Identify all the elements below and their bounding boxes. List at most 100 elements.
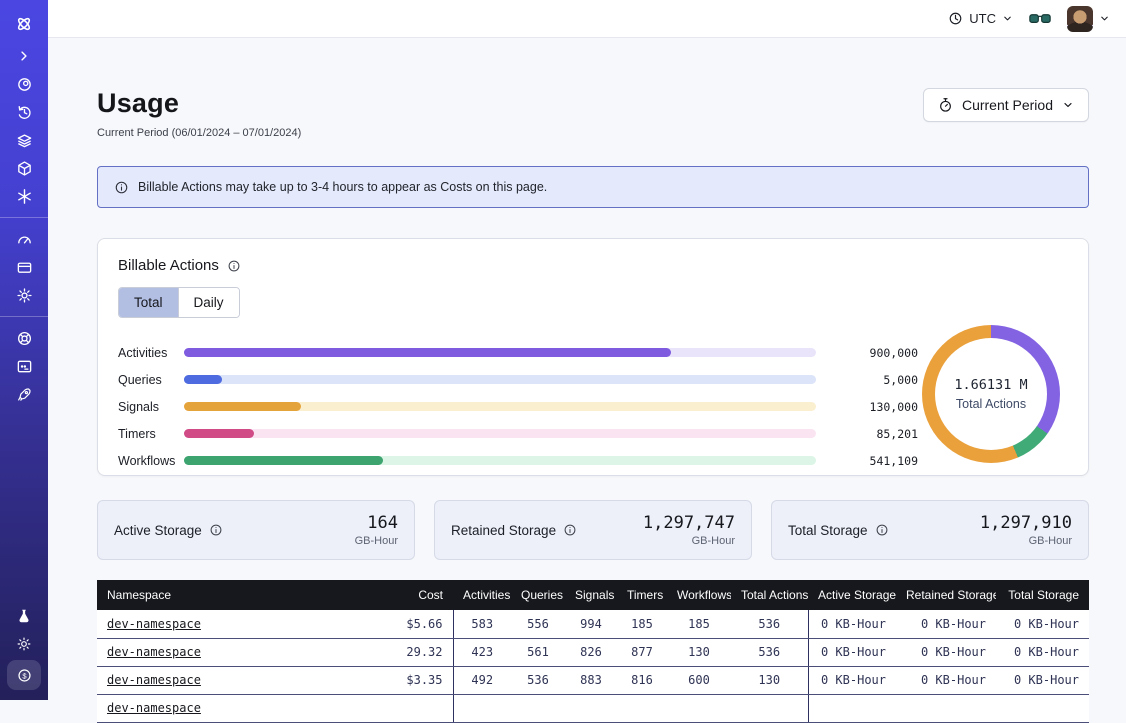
bar-value: 5,000 — [828, 373, 918, 387]
column-header-timers: Timers — [617, 580, 667, 610]
cell-total_storage: 0 KB-Hour — [996, 610, 1089, 638]
expand-chevron-icon[interactable] — [7, 42, 41, 70]
cell-total_storage — [996, 694, 1089, 722]
top-bar: UTC — [48, 0, 1126, 38]
cell-signals: 826 — [565, 638, 617, 666]
namespaces-icon[interactable] — [7, 70, 41, 98]
cell-total_actions: 536 — [731, 638, 808, 666]
cell-active_storage: 0 KB-Hour — [808, 666, 896, 694]
column-header-cost: Cost — [337, 580, 453, 610]
getting-started-rocket-icon[interactable] — [7, 380, 41, 408]
cell-total_actions: 130 — [731, 666, 808, 694]
billing-card-icon[interactable] — [7, 253, 41, 281]
namespace-link[interactable]: dev-namespace — [107, 617, 201, 631]
bar-track — [184, 375, 816, 384]
bar-fill — [184, 456, 383, 465]
bar-track — [184, 456, 816, 465]
cell-queries: 536 — [511, 666, 565, 694]
main-content: Usage Current Period (06/01/2024 – 07/01… — [48, 38, 1126, 700]
bar-track — [184, 348, 816, 357]
column-header-retained_storage: Retained Storage — [896, 580, 996, 610]
active-storage-card: Active Storage 164 GB-Hour — [97, 500, 415, 560]
column-header-active_storage: Active Storage — [808, 580, 896, 610]
info-banner-text: Billable Actions may take up to 3-4 hour… — [138, 180, 547, 194]
tab-total[interactable]: Total — [119, 288, 178, 317]
retained-storage-value: 1,297,747 — [643, 513, 735, 533]
cell-queries: 561 — [511, 638, 565, 666]
retained-storage-unit: GB-Hour — [643, 535, 735, 547]
donut-center: 1.66131 M Total Actions — [935, 338, 1047, 450]
bar-fill — [184, 402, 301, 411]
theme-sun-icon[interactable] — [7, 630, 41, 658]
info-icon[interactable] — [563, 523, 577, 537]
cell-timers — [617, 694, 667, 722]
timezone-label: UTC — [969, 11, 996, 26]
info-icon[interactable] — [227, 259, 241, 273]
bar-label: Workflows — [118, 454, 184, 468]
donut-total-value: 1.66131 M — [954, 377, 1027, 393]
cell-active_storage — [808, 694, 896, 722]
avatar[interactable] — [1067, 6, 1093, 32]
cell-timers: 877 — [617, 638, 667, 666]
view-toggle-tabs: Total Daily — [118, 287, 240, 318]
period-dropdown-button[interactable]: Current Period — [923, 88, 1089, 122]
chevron-down-icon — [1062, 99, 1074, 111]
temporal-logo-icon[interactable] — [7, 6, 41, 42]
billable-actions-card: Billable Actions Total Daily Activities9… — [97, 238, 1089, 476]
support-lifebuoy-icon[interactable] — [7, 324, 41, 352]
timezone-picker[interactable]: UTC — [948, 11, 1013, 26]
info-icon — [114, 180, 129, 195]
sidebar: $ — [0, 0, 48, 700]
total-actions-donut-chart: 1.66131 M Total Actions — [922, 325, 1060, 463]
cell-retained_storage — [896, 694, 996, 722]
glasses-icon[interactable] — [1029, 12, 1051, 26]
labs-flask-icon[interactable] — [7, 602, 41, 630]
bar-fill — [184, 348, 671, 357]
info-icon[interactable] — [875, 523, 889, 537]
tab-daily[interactable]: Daily — [178, 288, 239, 317]
cell-timers: 185 — [617, 610, 667, 638]
cell-cost: 29.32 — [337, 638, 453, 666]
deployments-cube-icon[interactable] — [7, 154, 41, 182]
bar-row-workflows: Workflows541,109 — [118, 447, 918, 474]
cell-cost: $5.66 — [337, 610, 453, 638]
cell-total_actions — [731, 694, 808, 722]
table-header-row: NamespaceCostActivitiesQueriesSignalsTim… — [97, 580, 1089, 610]
bar-track — [184, 402, 816, 411]
account-menu[interactable] — [1067, 6, 1110, 32]
info-banner: Billable Actions may take up to 3-4 hour… — [97, 166, 1089, 208]
active-storage-value: 164 — [355, 513, 398, 533]
cell-namespace: dev-namespace — [97, 666, 337, 694]
pricing-dollar-icon[interactable]: $ — [7, 660, 41, 690]
chevron-down-icon — [1002, 13, 1013, 24]
settings-gear-icon[interactable] — [7, 281, 41, 309]
namespace-link[interactable]: dev-namespace — [107, 701, 201, 715]
namespace-link[interactable]: dev-namespace — [107, 645, 201, 659]
table-row: dev-namespace — [97, 694, 1089, 722]
bar-label: Timers — [118, 427, 184, 441]
cell-activities — [453, 694, 511, 722]
namespace-link[interactable]: dev-namespace — [107, 673, 201, 687]
svg-text:$: $ — [22, 671, 27, 680]
retained-storage-label: Retained Storage — [451, 523, 556, 538]
cell-total_storage: 0 KB-Hour — [996, 666, 1089, 694]
cell-retained_storage: 0 KB-Hour — [896, 638, 996, 666]
bar-fill — [184, 429, 254, 438]
column-header-queries: Queries — [511, 580, 565, 610]
schedules-icon[interactable] — [7, 98, 41, 126]
usage-gauge-icon[interactable] — [7, 225, 41, 253]
nexus-asterisk-icon[interactable] — [7, 182, 41, 210]
sidebar-divider — [0, 217, 48, 218]
total-storage-value: 1,297,910 — [980, 513, 1072, 533]
active-storage-unit: GB-Hour — [355, 535, 398, 547]
cell-signals: 883 — [565, 666, 617, 694]
layers-icon[interactable] — [7, 126, 41, 154]
total-storage-card: Total Storage 1,297,910 GB-Hour — [771, 500, 1089, 560]
cell-retained_storage: 0 KB-Hour — [896, 610, 996, 638]
bar-fill — [184, 375, 222, 384]
column-header-namespace: Namespace — [97, 580, 337, 610]
cell-cost — [337, 694, 453, 722]
cell-active_storage: 0 KB-Hour — [808, 610, 896, 638]
info-icon[interactable] — [209, 523, 223, 537]
feedback-terminal-icon[interactable] — [7, 352, 41, 380]
